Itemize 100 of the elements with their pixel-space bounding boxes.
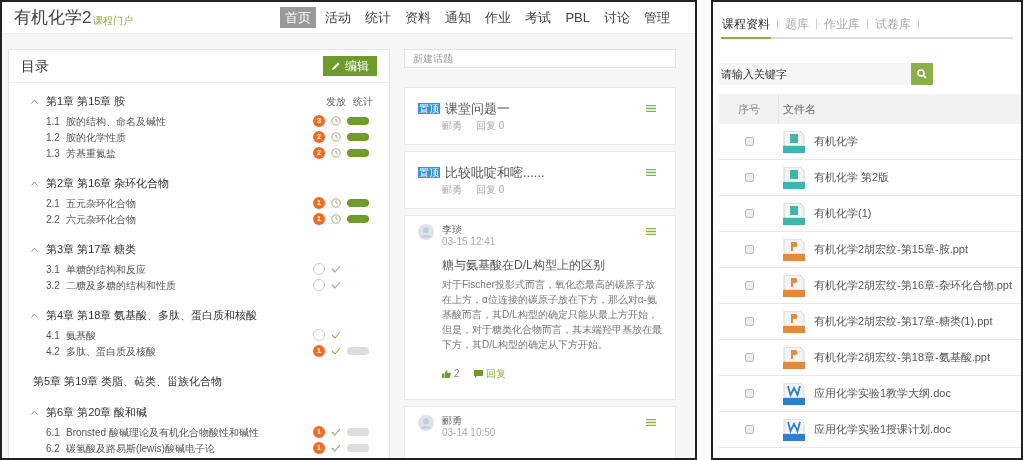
chapter-title[interactable]: 第5章 第19章 类脂、萜类、甾族化合物: [33, 372, 223, 390]
post-time: 03-15 12:41: [442, 236, 496, 248]
section-title[interactable]: 胺的结构、命名及碱性: [66, 113, 166, 129]
post-title[interactable]: 糖与氨基酸在D/L构型上的区别: [442, 256, 662, 274]
section-title[interactable]: 胺的化学性质: [66, 129, 126, 145]
post-body: 对于Fischer投影式而言，氧化态最高的碳原子放在上方，α位连接的碳原子放在下方，那么对α-氨基酸而言，其D/L构型的确定只能从最上方开始，但是，对于糖类化合物而言，其末端羟甲基放在最下方，其D/L构型的确定从下方开始。: [442, 278, 662, 352]
checkbox[interactable]: [744, 425, 754, 434]
collapse-icon[interactable]: [31, 98, 38, 104]
file-name[interactable]: 有机化学2胡宏纹-第15章-胺.ppt: [814, 241, 969, 258]
post-author: 郦勇: [442, 183, 462, 198]
clock-icon: [331, 132, 341, 142]
course-title: 有机化学2: [14, 9, 92, 26]
file-name[interactable]: 有机化学2胡宏纹-第17章-糖类(1).ppt: [814, 313, 993, 330]
presentation-file-icon: [783, 310, 805, 333]
section-title[interactable]: Bronsted 酸碱理论及有机化合物酸性和碱性: [66, 424, 259, 440]
tab[interactable]: 课程资料: [721, 11, 771, 39]
nav-tab[interactable]: 考试: [520, 6, 557, 29]
stats-pill[interactable]: [347, 149, 369, 157]
book-file-icon: [783, 202, 805, 225]
chapter-title[interactable]: 第3章 第17章 糖类: [46, 240, 137, 258]
file-name[interactable]: 有机化学(1): [814, 205, 872, 222]
checkbox[interactable]: [744, 173, 754, 182]
section-number: 6.2: [46, 441, 61, 456]
checkbox[interactable]: [744, 389, 754, 398]
file-name[interactable]: 有机化学2胡宏纹-第16章-杂环化合物.ppt: [814, 277, 1013, 294]
file-name[interactable]: 有机化学2胡宏纹-第18章-氨基酸.ppt: [814, 349, 991, 366]
post-time: 03-14 10:50: [442, 427, 496, 439]
count-badge: 2: [313, 131, 325, 143]
stats-pill[interactable]: [347, 347, 369, 355]
stats-pill[interactable]: [347, 133, 369, 141]
section-title[interactable]: 芳基重氮盐: [66, 145, 116, 161]
checkbox[interactable]: [744, 209, 754, 218]
book-file-icon: [783, 166, 805, 189]
document-file-icon: [783, 418, 805, 441]
file-name[interactable]: 有机化学 第2版: [814, 169, 890, 186]
section-title[interactable]: 多肽、蛋白质及核酸: [66, 343, 156, 359]
section-title[interactable]: 二糖及多糖的结构和性质: [66, 277, 176, 293]
collapse-icon[interactable]: [31, 312, 38, 318]
post-title[interactable]: 课堂问题一: [445, 98, 510, 119]
stats-pill[interactable]: [347, 199, 369, 207]
chapter-title[interactable]: 第1章 第15章 胺: [46, 92, 126, 110]
section-number: 2.2: [46, 212, 61, 227]
section-title[interactable]: 五元杂环化合物: [66, 195, 136, 211]
checkbox[interactable]: [744, 137, 754, 146]
menu-icon[interactable]: [646, 169, 656, 176]
nav-tab[interactable]: 讨论: [599, 6, 635, 29]
menu-icon[interactable]: [646, 228, 656, 235]
chapter-title[interactable]: 第4章 第18章 氨基酸、多肽、蛋白质和核酸: [46, 306, 258, 324]
stats-pill[interactable]: [347, 444, 369, 452]
count-badge: 3: [313, 115, 325, 127]
section-number: 1.1: [46, 114, 61, 129]
section-number: 1.2: [46, 130, 61, 145]
nav-tab[interactable]: 活动: [320, 6, 357, 29]
nav-tab[interactable]: 作业: [480, 6, 517, 29]
pinned-badge: 置顶: [418, 167, 440, 178]
checkbox[interactable]: [744, 317, 754, 326]
section-number: 6.1: [46, 425, 61, 440]
menu-icon[interactable]: [646, 105, 656, 112]
nav-tab[interactable]: 统计: [360, 6, 397, 29]
file-name[interactable]: 应用化学实验1教学大纲.doc: [814, 385, 951, 402]
avatar-icon: [418, 224, 434, 240]
file-name[interactable]: 应用化学实验1授课计划.doc: [814, 421, 951, 438]
menu-icon[interactable]: [646, 419, 656, 426]
section-number: 4.2: [46, 344, 61, 359]
document-file-icon: [783, 382, 805, 405]
column-header: 文件名: [782, 101, 816, 117]
nav-tab[interactable]: 管理: [639, 6, 675, 29]
checkbox[interactable]: [744, 353, 754, 362]
reply-count: 回复 0: [476, 183, 505, 198]
section-number: 1.3: [46, 146, 61, 161]
search-field[interactable]: 请输入关键字: [719, 63, 911, 85]
like-button[interactable]: 2: [442, 366, 460, 381]
collapse-icon[interactable]: [31, 180, 38, 186]
new-topic-field[interactable]: 新建话题: [404, 49, 676, 68]
nav-tab[interactable]: PBL: [560, 6, 595, 29]
post-author: 郦勇: [442, 119, 462, 134]
section-title[interactable]: 碳氢酸及路易斯(lewis)酸碱电子论: [66, 440, 215, 456]
section-title[interactable]: 六元杂环化合物: [66, 211, 136, 227]
collapse-icon[interactable]: [31, 246, 38, 252]
count-badge: 1: [313, 213, 325, 225]
stats-pill[interactable]: [347, 215, 369, 223]
section-title[interactable]: 单糖的结构和反应: [66, 261, 146, 277]
nav-tab[interactable]: 资料: [400, 6, 437, 29]
presentation-file-icon: [783, 346, 805, 369]
thumbs-up-icon: [442, 369, 451, 378]
search-button[interactable]: [911, 63, 933, 85]
post-author: 郦勇: [442, 415, 463, 427]
file-name[interactable]: 有机化学: [814, 133, 858, 150]
checkbox[interactable]: [744, 281, 754, 290]
post-title[interactable]: 比较吡啶和嘧......: [445, 162, 545, 183]
section-number: 3.1: [46, 262, 61, 277]
nav-tab[interactable]: 通知: [440, 6, 477, 29]
chapter-title[interactable]: 第2章 第16章 杂环化合物: [46, 174, 170, 192]
stats-pill[interactable]: [347, 117, 369, 125]
stats-pill[interactable]: [347, 428, 369, 436]
collapse-icon[interactable]: [31, 409, 38, 415]
section-number: 4.1: [46, 328, 61, 343]
chapter-title[interactable]: 第6章 第20章 酸和碱: [46, 403, 148, 421]
section-title[interactable]: 氨基酸: [66, 327, 96, 343]
checkbox[interactable]: [744, 245, 754, 254]
